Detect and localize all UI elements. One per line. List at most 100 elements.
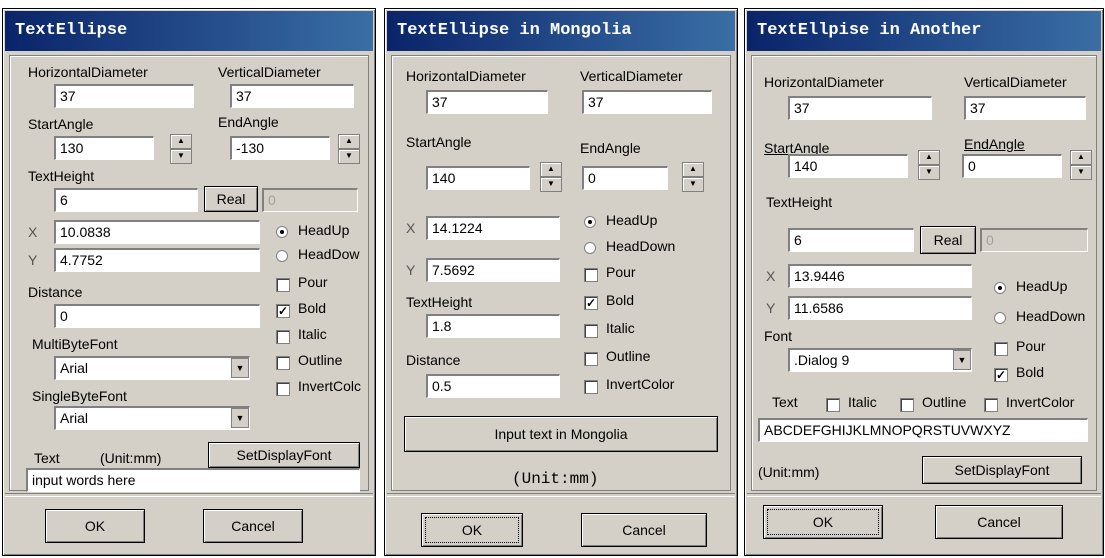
horizontal-diameter-label: HorizontalDiameter: [764, 74, 884, 90]
cancel-button[interactable]: Cancel: [935, 505, 1063, 539]
invert-color-label: InvertColor: [1006, 394, 1075, 410]
spin-up-icon[interactable]: ▲: [338, 134, 360, 149]
end-angle-input[interactable]: -130: [230, 136, 330, 160]
outline-label: Outline: [922, 394, 967, 410]
text-label: Text: [772, 394, 798, 410]
start-angle-spinner[interactable]: ▲ ▼: [540, 162, 562, 192]
start-angle-input[interactable]: 140: [788, 154, 908, 178]
distance-input[interactable]: 0: [54, 304, 260, 328]
spin-down-icon[interactable]: ▼: [682, 177, 704, 192]
italic-label: Italic: [848, 394, 877, 410]
headdown-radio[interactable]: [276, 250, 288, 262]
outline-checkbox[interactable]: [276, 356, 290, 370]
vertical-diameter-input[interactable]: 37: [582, 90, 712, 114]
spin-down-icon[interactable]: ▼: [170, 149, 192, 164]
ok-button[interactable]: OK: [763, 505, 883, 539]
start-angle-spinner[interactable]: ▲ ▼: [170, 134, 192, 164]
bold-label: Bold: [1016, 364, 1045, 380]
spin-down-icon[interactable]: ▼: [338, 149, 360, 164]
headdown-radio[interactable]: [584, 242, 596, 254]
footer-divider: [387, 493, 735, 497]
text-height-input[interactable]: 6: [54, 188, 198, 212]
ok-button[interactable]: OK: [45, 509, 145, 543]
text-input[interactable]: ABCDEFGHIJKLMNOPQRSTUVWXYZ: [758, 418, 1088, 442]
text-height-input[interactable]: 6: [788, 228, 914, 252]
vertical-diameter-label: VerticalDiameter: [964, 74, 1067, 90]
real-value-input: 0: [980, 228, 1088, 252]
pour-checkbox[interactable]: [276, 278, 290, 292]
vertical-diameter-input[interactable]: 37: [964, 96, 1086, 120]
horizontal-diameter-input[interactable]: 37: [426, 90, 548, 114]
settings-panel: HorizontalDiameter VerticalDiameter 37 3…: [751, 55, 1097, 491]
pour-checkbox[interactable]: [994, 342, 1008, 356]
headup-radio[interactable]: [994, 282, 1006, 294]
spin-up-icon[interactable]: ▲: [682, 162, 704, 177]
singlebyte-font-select[interactable]: Arial ▼: [54, 406, 250, 430]
x-coordinate-input[interactable]: 10.0838: [54, 220, 260, 244]
spin-up-icon[interactable]: ▲: [1070, 150, 1092, 165]
x-label: X: [28, 224, 38, 240]
chevron-down-icon[interactable]: ▼: [231, 408, 249, 428]
horizontal-diameter-input[interactable]: 37: [788, 96, 932, 120]
y-coordinate-input[interactable]: 11.6586: [788, 296, 972, 320]
invert-color-checkbox[interactable]: [984, 398, 998, 412]
input-text-mongolia-button[interactable]: Input text in Mongolia: [404, 416, 718, 452]
text-height-label: TextHeight: [406, 294, 473, 310]
italic-checkbox[interactable]: [276, 330, 290, 344]
spin-up-icon[interactable]: ▲: [918, 150, 940, 165]
cancel-button[interactable]: Cancel: [203, 509, 303, 543]
bold-checkbox[interactable]: ✓: [276, 304, 290, 318]
x-coordinate-input[interactable]: 13.9446: [788, 264, 972, 288]
start-angle-spinner[interactable]: ▲ ▼: [918, 150, 940, 180]
font-select[interactable]: .Dialog 9 ▼: [788, 348, 972, 372]
x-coordinate-input[interactable]: 14.1224: [426, 216, 560, 240]
real-button[interactable]: Real: [920, 226, 976, 254]
spin-down-icon[interactable]: ▼: [918, 165, 940, 180]
spin-down-icon[interactable]: ▼: [540, 177, 562, 192]
headup-radio[interactable]: [276, 226, 288, 238]
headup-radio[interactable]: [584, 216, 596, 228]
multibyte-font-select[interactable]: Arial ▼: [54, 356, 250, 380]
invert-color-checkbox[interactable]: [584, 380, 598, 394]
distance-input[interactable]: 0.5: [426, 374, 560, 398]
bold-checkbox[interactable]: ✓: [584, 296, 598, 310]
vertical-diameter-label: VerticalDiameter: [580, 68, 683, 84]
vertical-diameter-label: VerticalDiameter: [218, 64, 321, 80]
text-height-input[interactable]: 1.8: [426, 314, 560, 338]
footer-divider: [5, 493, 373, 497]
cancel-button[interactable]: Cancel: [581, 513, 707, 547]
y-coordinate-input[interactable]: 7.5692: [426, 258, 560, 282]
vertical-diameter-input[interactable]: 37: [230, 84, 354, 108]
end-angle-label: EndAngle: [580, 140, 641, 156]
outline-checkbox[interactable]: [900, 398, 914, 412]
end-angle-input[interactable]: 0: [582, 166, 668, 190]
real-button[interactable]: Real: [204, 186, 258, 212]
end-angle-spinner[interactable]: ▲ ▼: [682, 162, 704, 192]
spin-up-icon[interactable]: ▲: [170, 134, 192, 149]
text-input[interactable]: input words here: [26, 468, 360, 492]
outline-checkbox[interactable]: [584, 352, 598, 366]
chevron-down-icon[interactable]: ▼: [231, 358, 249, 378]
set-display-font-button[interactable]: SetDisplayFont: [922, 456, 1082, 484]
start-angle-input[interactable]: 130: [54, 136, 154, 160]
spin-down-icon[interactable]: ▼: [1070, 165, 1092, 180]
horizontal-diameter-input[interactable]: 37: [54, 84, 194, 108]
set-display-font-button[interactable]: SetDisplayFont: [208, 442, 360, 468]
end-angle-input[interactable]: 0: [962, 154, 1062, 178]
distance-label: Distance: [406, 352, 461, 368]
bold-checkbox[interactable]: ✓: [994, 368, 1008, 382]
start-angle-input[interactable]: 140: [426, 166, 530, 190]
end-angle-spinner[interactable]: ▲ ▼: [338, 134, 360, 164]
italic-checkbox[interactable]: [826, 398, 840, 412]
end-angle-spinner[interactable]: ▲ ▼: [1070, 150, 1092, 180]
chevron-down-icon[interactable]: ▼: [953, 350, 971, 370]
outline-label: Outline: [298, 352, 343, 368]
y-coordinate-input[interactable]: 4.7752: [54, 248, 260, 272]
settings-panel: HorizontalDiameter VerticalDiameter 37 3…: [9, 55, 369, 492]
ok-button[interactable]: OK: [421, 513, 523, 547]
pour-checkbox[interactable]: [584, 268, 598, 282]
spin-up-icon[interactable]: ▲: [540, 162, 562, 177]
italic-checkbox[interactable]: [584, 324, 598, 338]
headdown-radio[interactable]: [994, 312, 1006, 324]
invert-color-checkbox[interactable]: [276, 382, 290, 396]
